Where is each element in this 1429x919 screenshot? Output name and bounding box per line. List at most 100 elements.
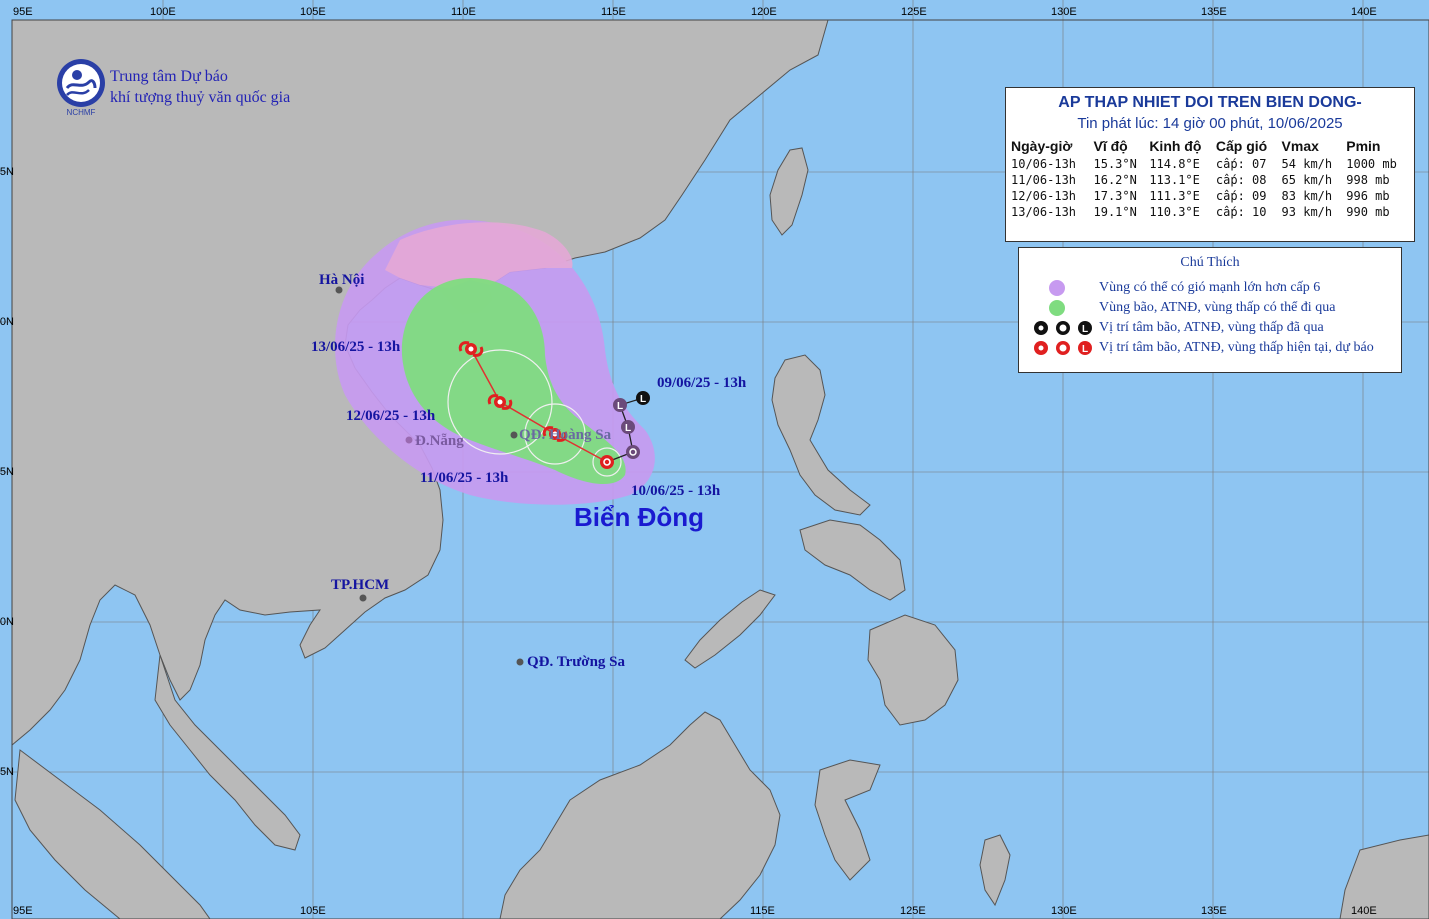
label-hanoi: Hà Nội	[319, 272, 365, 288]
label-bien-dong: Biển Đông	[574, 502, 704, 532]
lon-tick-bottom: 105E	[300, 905, 326, 917]
legend-label: Vùng có thể có gió mạnh lớn hơn cấp 6	[1099, 280, 1321, 295]
track-label-current: 10/06/25 - 13h	[631, 483, 721, 499]
cell: 93 km/h	[1281, 205, 1333, 219]
lat-tick: 25N	[0, 166, 14, 178]
label-danang: Đ.Nẵng	[415, 433, 464, 449]
lon-tick-top: 110E	[451, 6, 476, 18]
cell: 10/06-13h	[1011, 157, 1077, 171]
label-truongsa: QĐ. Trường Sa	[527, 654, 626, 670]
hcm-dot	[359, 594, 367, 602]
svg-text:L: L	[1082, 324, 1088, 335]
legend-box: Chú Thích Vùng có thể có gió mạnh lớn hơ…	[1018, 247, 1402, 373]
lat-tick: 5N	[0, 766, 14, 778]
table-row: 11/06-13h 16.2°N 113.1°E cấp: 08 65 km/h…	[1010, 172, 1410, 188]
lon-tick-top: 125E	[901, 6, 927, 18]
lon-tick-bottom: 95E	[13, 905, 33, 917]
cell: cấp: 07	[1215, 157, 1267, 171]
lon-tick-bottom: 130E	[1051, 905, 1077, 917]
label-hoangsa: QĐ. Hoàng Sa	[519, 427, 612, 443]
lon-tick-bottom: 140E	[1351, 905, 1377, 917]
col-lat: Vĩ độ	[1093, 138, 1128, 154]
track-label-past: 09/06/25 - 13h	[657, 375, 747, 391]
bulletin-issued-time: Tin phát lúc: 14 giờ 00 phút, 10/06/2025	[1077, 115, 1343, 132]
cell: cấp: 10	[1215, 205, 1267, 219]
legend-item-storm-zone: Vùng bão, ATNĐ, vùng thấp có thể đi qua	[1019, 298, 1403, 318]
cell: 1000 mb	[1346, 157, 1397, 171]
cell: 19.1°N	[1093, 205, 1137, 219]
col-lon: Kinh độ	[1149, 138, 1202, 154]
lat-tick: 20N	[0, 316, 14, 328]
svg-text:L: L	[617, 401, 623, 412]
agency-logo: NCHMF	[55, 58, 107, 121]
lat-tick: 10N	[0, 616, 14, 628]
cell: 111.3°E	[1149, 189, 1200, 203]
cell: 110.3°E	[1149, 205, 1200, 219]
track-label-forecast-3: 13/06/25 - 13h	[311, 339, 401, 355]
svg-text:L: L	[1082, 344, 1088, 355]
forecast-table: Ngày-giờ Vĩ độ Kinh độ Cấp gió Vmax Pmin…	[1010, 136, 1410, 220]
legend-item-forecast-positions: L Vị trí tâm bão, ATNĐ, vùng thấp hiện t…	[1019, 338, 1403, 358]
col-datetime: Ngày-giờ	[1011, 138, 1073, 154]
cell: 15.3°N	[1093, 157, 1137, 171]
table-row: 13/06-13h 19.1°N 110.3°E cấp: 10 93 km/h…	[1010, 204, 1410, 220]
current-depression-icon	[600, 455, 614, 469]
cell: cấp: 08	[1215, 173, 1267, 187]
agency-name-line1: Trung tâm Dự báo	[110, 68, 228, 85]
cell: 65 km/h	[1281, 173, 1333, 187]
col-wind-level: Cấp gió	[1215, 138, 1268, 154]
legend-label: Vùng bão, ATNĐ, vùng thấp có thể đi qua	[1099, 300, 1336, 315]
forecast-position-icons: L	[1034, 341, 1092, 355]
forecast-table-header: Ngày-giờ Vĩ độ Kinh độ Cấp gió Vmax Pmin	[1010, 136, 1410, 156]
legend-label: Vị trí tâm bão, ATNĐ, vùng thấp hiện tại…	[1099, 340, 1374, 355]
cell: 83 km/h	[1281, 189, 1333, 203]
table-row: 10/06-13h 15.3°N 114.8°E cấp: 07 54 km/h…	[1010, 156, 1410, 172]
past-position-icons: L	[1034, 321, 1092, 335]
agency-name-line2: khí tượng thuỷ văn quốc gia	[110, 89, 291, 106]
lat-tick: 15N	[0, 466, 14, 478]
cell: 54 km/h	[1281, 157, 1333, 171]
lon-tick-top: 105E	[300, 6, 326, 18]
cell: cấp: 09	[1215, 189, 1267, 203]
table-row: 12/06-13h 17.3°N 111.3°E cấp: 09 83 km/h…	[1010, 188, 1410, 204]
hoangsa-dot	[510, 431, 518, 439]
track-label-forecast-2: 12/06/25 - 13h	[346, 408, 436, 424]
lon-tick-top: 95E	[13, 6, 33, 18]
lon-tick-bottom: 115E	[750, 905, 775, 917]
legend-title: Chú Thích	[1180, 255, 1240, 270]
cell: 996 mb	[1346, 189, 1390, 203]
lon-tick-top: 115E	[601, 6, 626, 18]
label-hcm: TP.HCM	[331, 577, 390, 593]
legend-label: Vị trí tâm bão, ATNĐ, vùng thấp đã qua	[1099, 320, 1324, 335]
lon-tick-bottom: 125E	[900, 905, 926, 917]
lon-tick-top: 100E	[150, 6, 176, 18]
lon-tick-top: 130E	[1051, 6, 1077, 18]
truongsa-dot	[516, 658, 524, 666]
svg-text:L: L	[640, 394, 646, 405]
forecast-info-box: AP THAP NHIET DOI TREN BIEN DONG- Tin ph…	[1005, 87, 1415, 242]
past-depression-icon	[626, 445, 640, 459]
svg-text:L: L	[625, 423, 631, 434]
lon-tick-top: 140E	[1351, 6, 1377, 18]
danang-dot	[405, 436, 413, 444]
lon-tick-bottom: 135E	[1201, 905, 1227, 917]
cell: 998 mb	[1346, 173, 1390, 187]
lon-tick-top: 135E	[1201, 6, 1227, 18]
col-pmin: Pmin	[1346, 138, 1381, 154]
purple-circle-icon	[1049, 280, 1065, 296]
legend-item-past-positions: L Vị trí tâm bão, ATNĐ, vùng thấp đã qua	[1019, 318, 1403, 338]
cell: 16.2°N	[1093, 173, 1137, 187]
cell: 17.3°N	[1093, 189, 1137, 203]
cell: 12/06-13h	[1011, 189, 1077, 203]
cell: 11/06-13h	[1011, 173, 1077, 187]
cell: 113.1°E	[1149, 173, 1200, 187]
cell: 114.8°E	[1149, 157, 1200, 171]
bulletin-title: AP THAP NHIET DOI TREN BIEN DONG-	[1058, 94, 1362, 111]
track-label-forecast-1: 11/06/25 - 13h	[420, 470, 509, 486]
legend-item-wind-zone: Vùng có thể có gió mạnh lớn hơn cấp 6	[1019, 278, 1403, 298]
agency-logo-text: NCHMF	[67, 108, 96, 116]
lon-tick-top: 120E	[751, 6, 777, 18]
green-circle-icon	[1049, 300, 1065, 316]
agency-name: Trung tâm Dự báo khí tượng thuỷ văn quốc…	[110, 66, 290, 108]
cell: 13/06-13h	[1011, 205, 1077, 219]
